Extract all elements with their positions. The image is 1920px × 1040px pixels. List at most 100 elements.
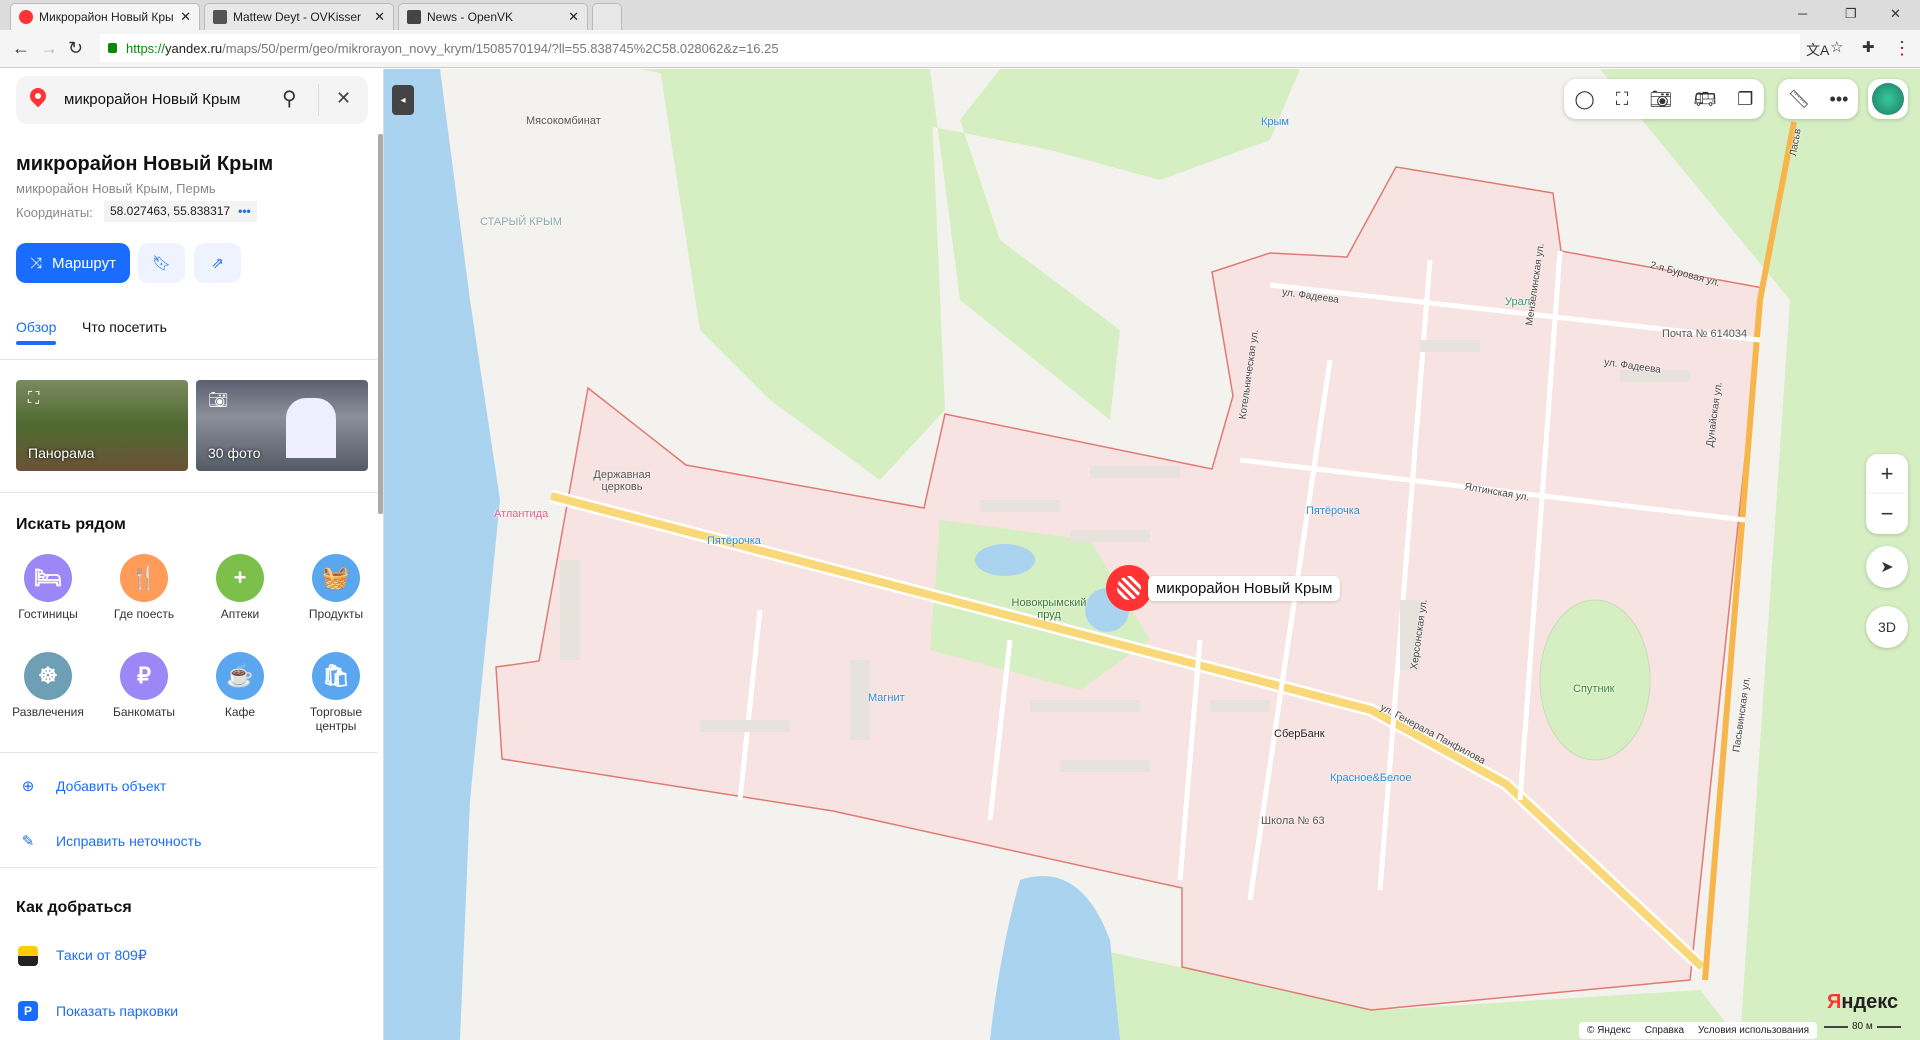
close-icon[interactable]: ✕	[336, 88, 351, 109]
poi-sberbank[interactable]: СберБанк	[1274, 728, 1325, 740]
tab-yandex-maps[interactable]: Микрорайон Новый Кры ✕	[10, 3, 200, 30]
terms-link[interactable]: Условия использования	[1698, 1025, 1809, 1036]
search-icon[interactable]: ⚲	[282, 86, 297, 111]
tab-openvk[interactable]: News - OpenVK ✕	[398, 3, 588, 30]
poi-post[interactable]: Почта № 614034	[1662, 328, 1747, 340]
map-footer: © Яндекс Справка Условия использования	[1579, 1022, 1818, 1039]
parking-link[interactable]: Показать парковки	[56, 1003, 178, 1019]
poi-sputnik[interactable]: Спутник	[1573, 683, 1614, 695]
search-box[interactable]: микрорайон Новый Крым ⚲ ✕	[16, 76, 368, 124]
church-image	[286, 398, 336, 458]
camera-icon: 📷︎	[208, 392, 229, 409]
camera-icon[interactable]: 📷︎	[1649, 89, 1672, 110]
close-tab-icon[interactable]: ✕	[180, 9, 191, 25]
map-pin-icon	[19, 10, 33, 24]
nearby-category[interactable]: ☸ Развлечения	[0, 652, 96, 719]
forward-icon[interactable]: →	[40, 38, 58, 59]
location-marker[interactable]	[1106, 565, 1152, 611]
bus-icon[interactable]: 🚌︎	[1693, 89, 1716, 110]
menu-icon[interactable]: ⋮	[1893, 38, 1911, 59]
avatar-image	[1872, 83, 1904, 115]
collapse-sidebar-button[interactable]: ◂	[392, 85, 414, 115]
nearby-category[interactable]: 🛍 Торговые центры	[288, 652, 384, 733]
minimize-icon[interactable]: ─	[1798, 6, 1807, 21]
more-icon[interactable]: •••	[1830, 89, 1849, 110]
place-address: микрорайон Новый Крым, Пермь	[16, 181, 216, 196]
search-input[interactable]: микрорайон Новый Крым	[64, 91, 240, 108]
poi-atlantida[interactable]: Атлантида	[494, 508, 548, 520]
layers-toolbar: ◯ ⛶ 📷︎ 🚌︎ ❐	[1564, 79, 1764, 119]
reload-icon[interactable]: ↻	[68, 38, 83, 59]
poi-school[interactable]: Школа № 63	[1261, 815, 1325, 827]
lock-icon	[108, 43, 117, 53]
help-link[interactable]: Справка	[1645, 1025, 1684, 1036]
logo-text: ндекс	[1841, 991, 1899, 1013]
photos-thumbnail[interactable]: 📷︎ 30 фото	[196, 380, 368, 471]
translate-icon[interactable]: 文A	[1806, 40, 1829, 60]
my-location-button[interactable]: ➤	[1866, 546, 1908, 588]
poi-pyaterochka[interactable]: Пятёрочка	[707, 535, 761, 547]
nearby-category[interactable]: ☕ Кафе	[192, 652, 288, 719]
poi-church[interactable]: Державная церковь	[591, 469, 653, 493]
share-button[interactable]: ⇗	[194, 243, 241, 283]
sidebar-scrollbar[interactable]	[378, 134, 383, 514]
tab-overview[interactable]: Обзор	[16, 319, 56, 345]
scale-bar: 80 м	[1824, 1021, 1901, 1032]
extensions-icon[interactable]: ✚	[1862, 38, 1875, 56]
poi-pond[interactable]: Новокрымский пруд	[1004, 597, 1094, 621]
nearby-category[interactable]: ₽ Банкоматы	[96, 652, 192, 719]
taxi-link[interactable]: Такси от 809₽	[56, 947, 147, 964]
3d-button[interactable]: 3D	[1866, 606, 1908, 648]
zoom-out-button[interactable]: −	[1866, 494, 1908, 534]
tab-bar: Микрорайон Новый Кры ✕ Mattew Deyt - OVKi…	[0, 0, 1920, 30]
tab-what-to-visit[interactable]: Что посетить	[82, 319, 167, 335]
panorama-icon[interactable]: ⛶	[1616, 89, 1629, 110]
category-icon: ☸	[24, 652, 72, 700]
close-tab-icon[interactable]: ✕	[374, 9, 385, 25]
back-icon[interactable]: ←	[12, 38, 30, 59]
nearby-category[interactable]: 🍴 Где поесть	[96, 554, 192, 621]
category-icon: 🛏	[24, 554, 72, 602]
route-button[interactable]: ⤨ Маршрут	[16, 243, 130, 283]
layers-icon[interactable]: ❐	[1737, 89, 1753, 110]
tab-ovkisser[interactable]: Mattew Deyt - OVKisser ✕	[204, 3, 394, 30]
divider	[0, 752, 378, 753]
nearby-category[interactable]: 🧺 Продукты	[288, 554, 384, 621]
user-avatar[interactable]	[1868, 79, 1908, 119]
category-label: Продукты	[308, 607, 364, 621]
add-object-link[interactable]: Добавить объект	[56, 778, 166, 794]
poi-krasnoe-beloe[interactable]: Красное&Белое	[1330, 772, 1412, 784]
bookmark-button[interactable]: 🔖︎	[138, 243, 185, 283]
route-icon: ⤨	[30, 254, 43, 272]
close-window-icon[interactable]: ✕	[1890, 6, 1901, 22]
traffic-icon[interactable]: ◯	[1575, 89, 1595, 110]
pond	[975, 544, 1035, 576]
url-input[interactable]: https://yandex.ru/maps/50/perm/geo/mikro…	[100, 34, 1800, 62]
nearby-category[interactable]: 🛏 Гостиницы	[0, 554, 96, 621]
poi-magnit[interactable]: Магнит	[868, 692, 905, 704]
restore-icon[interactable]: ❐	[1845, 6, 1857, 22]
ruler-icon[interactable]: 📏︎	[1788, 89, 1811, 110]
parking-icon: P	[18, 1001, 38, 1021]
poi-pyaterochka[interactable]: Пятёрочка	[1306, 505, 1360, 517]
location-arrow-icon: ➤	[1880, 559, 1894, 576]
nearby-category[interactable]: + Аптеки	[192, 554, 288, 621]
sidebar: микрорайон Новый Крым ⚲ ✕ микрорайон Нов…	[0, 69, 384, 1040]
yandex-logo: Яндекс	[1827, 991, 1898, 1014]
fix-error-link[interactable]: Исправить неточность	[56, 833, 201, 849]
poi-meat-plant[interactable]: Мясокомбинат	[526, 115, 601, 127]
zoom-in-button[interactable]: +	[1866, 454, 1908, 494]
new-tab-button[interactable]	[592, 3, 622, 30]
map-canvas[interactable]: ◂ Мясокомбинат Крым СТАРЫЙ КРЫМ Державна…	[384, 69, 1920, 1040]
marker-label[interactable]: микрорайон Новый Крым	[1148, 576, 1341, 601]
copyright: © Яндекс	[1587, 1025, 1631, 1036]
bookmark-icon: 🔖︎	[151, 255, 172, 272]
scale-label: 80 м	[1852, 1021, 1873, 1032]
star-icon[interactable]: ☆	[1830, 38, 1843, 56]
category-icon: +	[216, 554, 264, 602]
coords-value[interactable]: 58.027463, 55.838317 •••	[104, 201, 257, 222]
more-icon[interactable]: •••	[238, 204, 251, 218]
panorama-thumbnail[interactable]: ⛶ Панорама	[16, 380, 188, 471]
close-tab-icon[interactable]: ✕	[568, 9, 579, 25]
site-icon	[213, 10, 227, 24]
